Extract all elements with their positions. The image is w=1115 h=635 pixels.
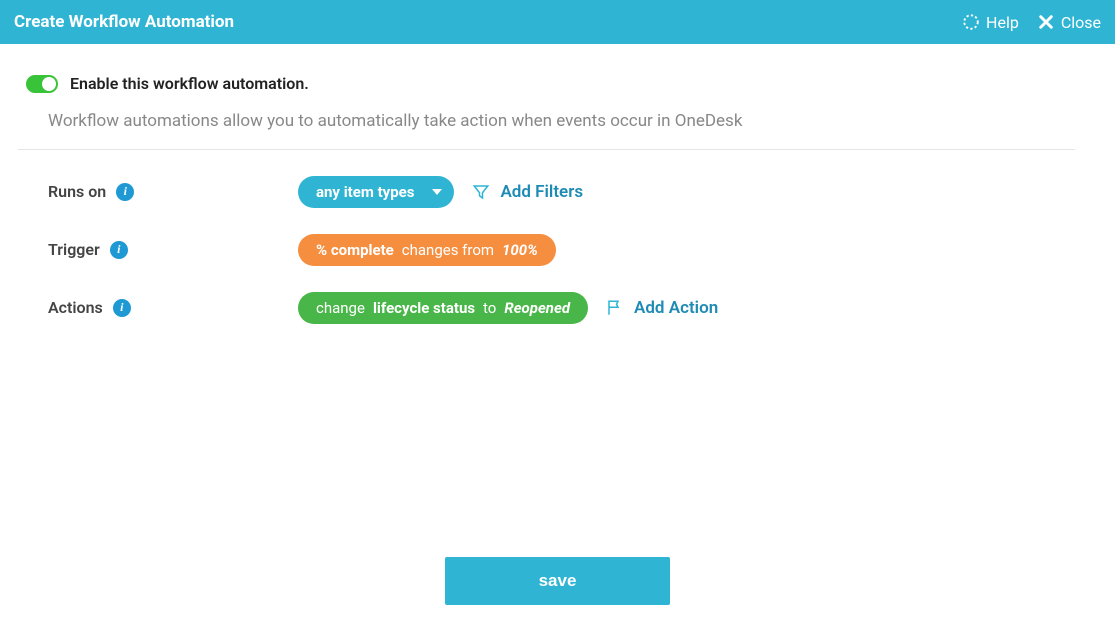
action-verb: change <box>316 299 365 317</box>
enable-label: Enable this workflow automation. <box>70 74 309 93</box>
action-pill[interactable]: change lifecycle status to Reopened <box>298 292 588 324</box>
chevron-down-icon <box>432 189 442 195</box>
close-button[interactable]: Close <box>1037 13 1101 32</box>
add-action-button[interactable]: Add Action <box>606 298 718 318</box>
info-icon[interactable]: i <box>110 241 128 259</box>
runs-on-label: Runs on <box>48 182 106 201</box>
runs-on-label-group: Runs on i <box>48 176 298 201</box>
dialog-header: Create Workflow Automation Help Close <box>0 0 1115 44</box>
add-filters-button[interactable]: Add Filters <box>472 182 583 202</box>
filter-icon <box>472 183 490 201</box>
header-actions: Help Close <box>962 13 1101 32</box>
dialog-footer: save <box>0 557 1115 605</box>
toggle-thumb <box>42 77 56 91</box>
enable-toggle[interactable] <box>26 75 58 93</box>
trigger-label-group: Trigger i <box>48 234 298 259</box>
save-button[interactable]: save <box>445 557 670 605</box>
action-value: Reopened <box>504 299 570 317</box>
action-field: lifecycle status <box>373 299 475 317</box>
runs-on-value: any item types <box>316 183 414 201</box>
help-button[interactable]: Help <box>962 13 1019 32</box>
runs-on-row: Runs on i any item types Add Filters <box>26 176 1067 208</box>
trigger-value: 100% <box>502 241 538 259</box>
trigger-controls: % complete changes from 100% <box>298 234 556 266</box>
description-text: Workflow automations allow you to automa… <box>26 111 1067 131</box>
help-label: Help <box>986 13 1019 32</box>
close-label: Close <box>1061 13 1101 32</box>
actions-label: Actions <box>48 298 103 317</box>
trigger-label: Trigger <box>48 240 100 259</box>
dialog-content: Enable this workflow automation. Workflo… <box>0 44 1115 324</box>
info-icon[interactable]: i <box>113 299 131 317</box>
actions-label-group: Actions i <box>48 292 298 317</box>
actions-controls: change lifecycle status to Reopened Add … <box>298 292 718 324</box>
trigger-operator: changes from <box>402 241 494 259</box>
trigger-pill[interactable]: % complete changes from 100% <box>298 234 556 266</box>
info-icon[interactable]: i <box>116 183 134 201</box>
close-icon <box>1037 13 1055 31</box>
help-icon <box>962 13 980 31</box>
trigger-field: % complete <box>316 241 394 259</box>
enable-row: Enable this workflow automation. <box>26 74 1067 93</box>
add-filters-label: Add Filters <box>500 182 583 202</box>
dialog-title: Create Workflow Automation <box>14 12 234 32</box>
divider <box>18 149 1075 150</box>
runs-on-selector[interactable]: any item types <box>298 176 454 208</box>
flag-icon <box>606 299 624 317</box>
trigger-row: Trigger i % complete changes from 100% <box>26 234 1067 266</box>
actions-row: Actions i change lifecycle status to Reo… <box>26 292 1067 324</box>
action-operator: to <box>483 299 496 317</box>
runs-on-controls: any item types Add Filters <box>298 176 583 208</box>
add-action-label: Add Action <box>634 298 718 318</box>
